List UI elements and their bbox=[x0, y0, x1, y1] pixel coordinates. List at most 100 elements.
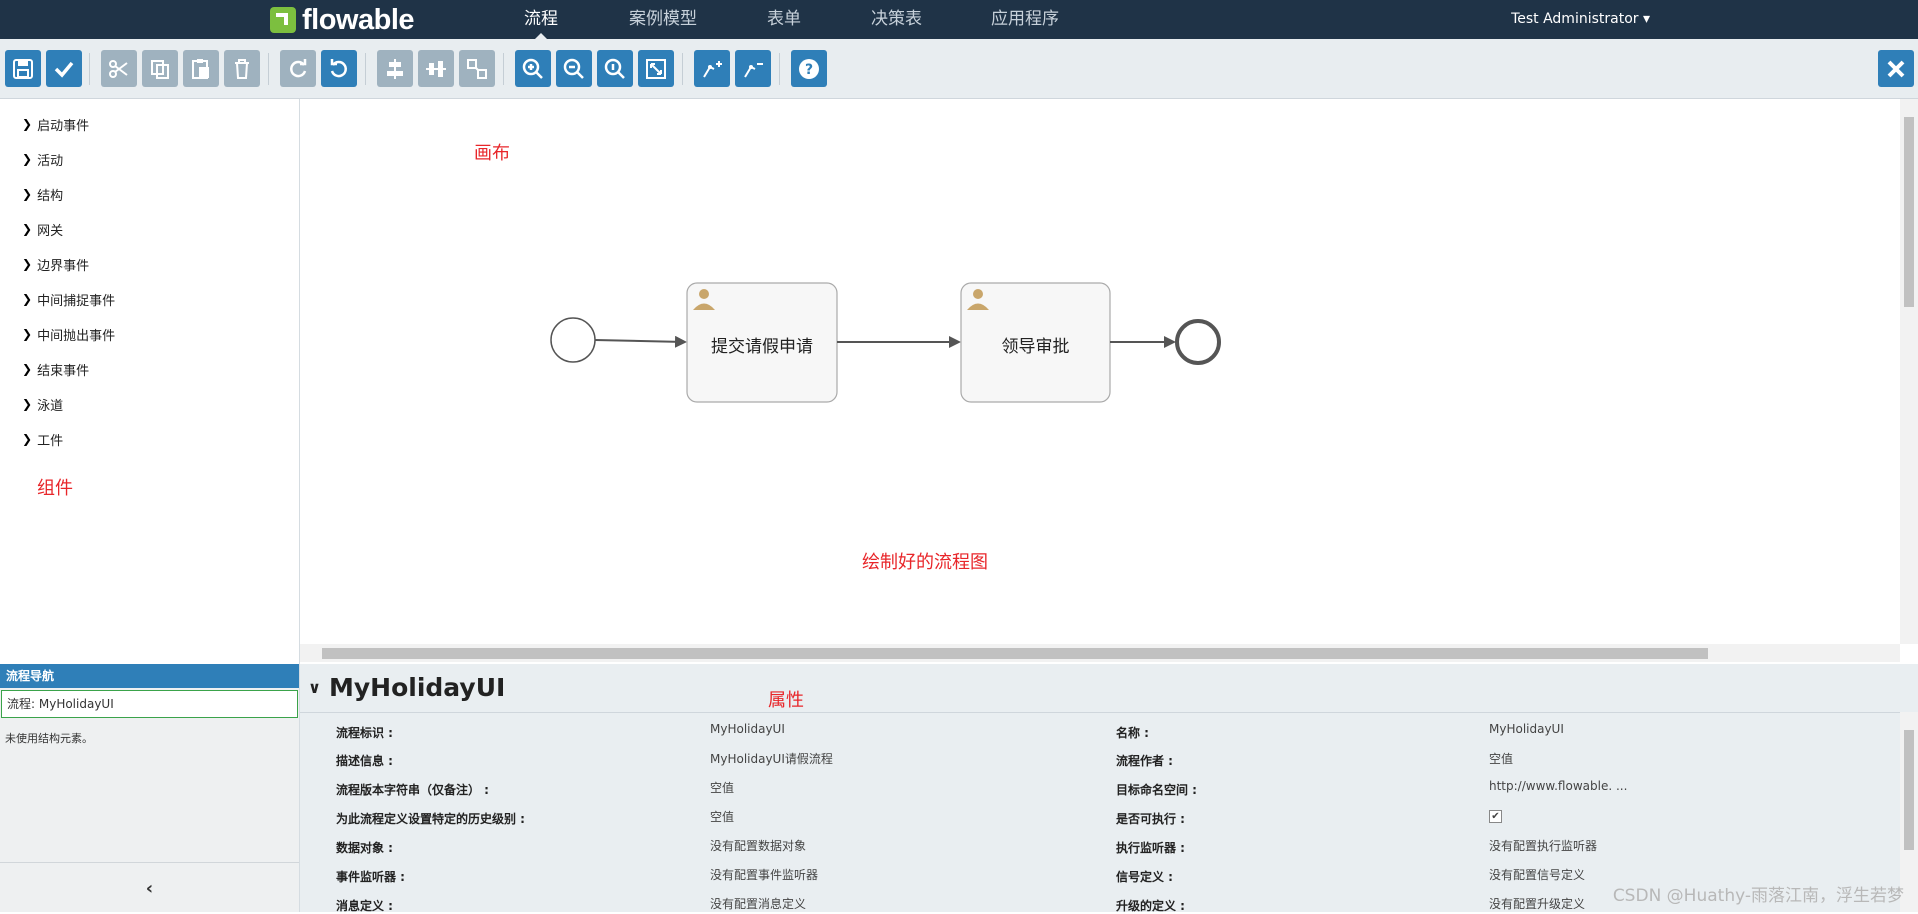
nav-case-model[interactable]: 案例模型 bbox=[629, 0, 697, 39]
component-palette: ❯ 启动事件 ❯ 活动 ❯ 结构 ❯ 网关 ❯ 边界事件 ❯ 中间捕捉事件 ❯ 中间抛出事件 … bbox=[0, 99, 300, 664]
prop-value[interactable]: MyHolidayUI bbox=[710, 722, 785, 736]
palette-label: 工件 bbox=[37, 433, 64, 449]
paste-button[interactable] bbox=[183, 50, 219, 87]
palette-artifacts[interactable]: ❯ 工件 bbox=[22, 429, 63, 449]
end-event[interactable] bbox=[1175, 319, 1221, 365]
validate-button[interactable] bbox=[46, 50, 82, 87]
same-size-button[interactable] bbox=[459, 50, 495, 87]
prop-label: 执行监听器 : bbox=[1116, 841, 1185, 855]
prop-value[interactable]: 空值 bbox=[1489, 750, 1513, 767]
chevron-right-icon: ❯ bbox=[22, 222, 33, 236]
zoom-actual-button[interactable] bbox=[597, 50, 633, 87]
undo-icon bbox=[330, 58, 347, 77]
palette-catching-events[interactable]: ❯ 中间捕捉事件 bbox=[22, 289, 115, 309]
palette-label: 活动 bbox=[37, 153, 64, 169]
nav-process[interactable]: 流程 bbox=[524, 0, 558, 39]
palette-swimlanes[interactable]: ❯ 泳道 bbox=[22, 394, 63, 414]
prop-label: 流程作者 : bbox=[1116, 754, 1173, 768]
palette-activities[interactable]: ❯ 活动 bbox=[22, 149, 63, 169]
align-vertical-button[interactable] bbox=[418, 50, 454, 87]
properties-annotation: 属性 bbox=[768, 690, 804, 711]
executable-checkbox[interactable]: ✔ bbox=[1489, 808, 1502, 823]
cut-button[interactable] bbox=[101, 50, 137, 87]
prop-label: 事件监听器 : bbox=[336, 870, 405, 884]
remove-bendpoint-button[interactable] bbox=[735, 50, 771, 87]
copy-button[interactable] bbox=[142, 50, 178, 87]
scrollbar-thumb[interactable] bbox=[1904, 730, 1914, 850]
prop-value[interactable]: 空值 bbox=[710, 808, 734, 825]
toolbar-separator bbox=[779, 53, 780, 85]
chevron-right-icon: ❯ bbox=[22, 152, 33, 166]
start-event[interactable] bbox=[550, 317, 596, 363]
prop-value[interactable]: MyHolidayUI请假流程 bbox=[710, 750, 833, 767]
checkbox-mark: ✔ bbox=[1489, 810, 1502, 823]
palette-start-events[interactable]: ❯ 启动事件 bbox=[22, 114, 89, 134]
palette-label: 中间捕捉事件 bbox=[37, 293, 116, 309]
zoom-out-button[interactable] bbox=[556, 50, 592, 87]
nav-apps[interactable]: 应用程序 bbox=[991, 0, 1059, 39]
palette-structural[interactable]: ❯ 结构 bbox=[22, 184, 63, 204]
palette-label: 启动事件 bbox=[37, 118, 90, 134]
align-vertical-icon bbox=[426, 60, 446, 77]
diagram-canvas[interactable]: 画布 绘制好的流程图 提交请假申请 领导审批 bbox=[300, 99, 1900, 644]
logo-icon bbox=[270, 7, 296, 33]
add-bendpoint-button[interactable] bbox=[694, 50, 730, 87]
prop-value[interactable]: MyHolidayUI bbox=[1489, 722, 1564, 736]
process-diagram bbox=[550, 282, 1221, 403]
prop-label: 目标命名空间 : bbox=[1116, 783, 1197, 797]
palette-throwing-events[interactable]: ❯ 中间抛出事件 bbox=[22, 324, 115, 344]
prop-value[interactable]: 空值 bbox=[710, 779, 734, 796]
paste-icon bbox=[192, 58, 209, 79]
prop-label: 消息定义 : bbox=[336, 899, 393, 913]
collapse-panel-button[interactable]: ‹ bbox=[0, 862, 299, 913]
nav-decision-tables[interactable]: 决策表 bbox=[871, 0, 922, 39]
scrollbar-thumb[interactable] bbox=[1904, 117, 1914, 307]
nav-forms[interactable]: 表单 bbox=[767, 0, 801, 39]
palette-end-events[interactable]: ❯ 结束事件 bbox=[22, 359, 89, 379]
save-button[interactable] bbox=[5, 50, 41, 87]
divider bbox=[300, 712, 1900, 713]
redo-button[interactable] bbox=[280, 50, 316, 87]
palette-gateways[interactable]: ❯ 网关 bbox=[22, 219, 63, 239]
align-horizontal-button[interactable] bbox=[377, 50, 413, 87]
scrollbar-thumb[interactable] bbox=[322, 648, 1708, 659]
prop-label: 数据对象 : bbox=[336, 841, 393, 855]
properties-title[interactable]: ∨ MyHolidayUI bbox=[308, 672, 505, 702]
prop-value[interactable]: 没有配置执行监听器 bbox=[1489, 837, 1597, 854]
watermark: CSDN @Huathy-雨落江南，浮生若梦 bbox=[1612, 886, 1904, 906]
chevron-right-icon: ❯ bbox=[22, 187, 33, 201]
canvas-vertical-scrollbar[interactable] bbox=[1900, 99, 1918, 644]
chevron-right-icon: ❯ bbox=[22, 292, 33, 306]
palette-label: 网关 bbox=[37, 223, 64, 239]
palette-boundary-events[interactable]: ❯ 边界事件 bbox=[22, 254, 89, 274]
zoom-in-button[interactable] bbox=[515, 50, 551, 87]
navigator-process-item[interactable]: 流程: MyHolidayUI bbox=[1, 690, 298, 718]
prop-value[interactable]: 没有配置信号定义 bbox=[1489, 866, 1585, 883]
undo-button[interactable] bbox=[321, 50, 357, 87]
prop-value[interactable]: http://www.flowable. ... bbox=[1489, 779, 1627, 793]
delete-button[interactable] bbox=[224, 50, 260, 87]
sequence-flow[interactable] bbox=[594, 335, 687, 348]
toolbar-separator bbox=[682, 53, 683, 85]
prop-value[interactable]: 没有配置升级定义 bbox=[1489, 895, 1585, 912]
bend-remove-icon bbox=[744, 62, 763, 78]
zoom-in-icon bbox=[522, 58, 543, 79]
prop-value[interactable]: 没有配置数据对象 bbox=[710, 837, 806, 854]
chevron-right-icon: ❯ bbox=[22, 117, 33, 131]
prop-value[interactable]: 没有配置消息定义 bbox=[710, 895, 806, 912]
zoom-actual-icon bbox=[604, 58, 625, 79]
user-menu[interactable]: Test Administrator ▾ bbox=[1511, 0, 1650, 39]
chevron-left-icon: ‹ bbox=[145, 877, 154, 899]
canvas-horizontal-scrollbar[interactable] bbox=[300, 644, 1900, 662]
toolbar-separator bbox=[89, 53, 90, 85]
task-label: 提交请假申请 bbox=[711, 337, 813, 357]
palette-label: 边界事件 bbox=[37, 258, 90, 274]
prop-value[interactable]: 没有配置事件监听器 bbox=[710, 866, 818, 883]
prop-label: 升级的定义 : bbox=[1116, 899, 1185, 913]
flowable-logo[interactable]: flowable bbox=[270, 2, 415, 38]
help-button[interactable]: ? bbox=[791, 50, 827, 87]
chevron-right-icon: ❯ bbox=[22, 362, 33, 376]
zoom-fit-button[interactable] bbox=[638, 50, 674, 87]
editor-toolbar: ? bbox=[0, 39, 1918, 99]
close-editor-button[interactable] bbox=[1878, 50, 1914, 87]
